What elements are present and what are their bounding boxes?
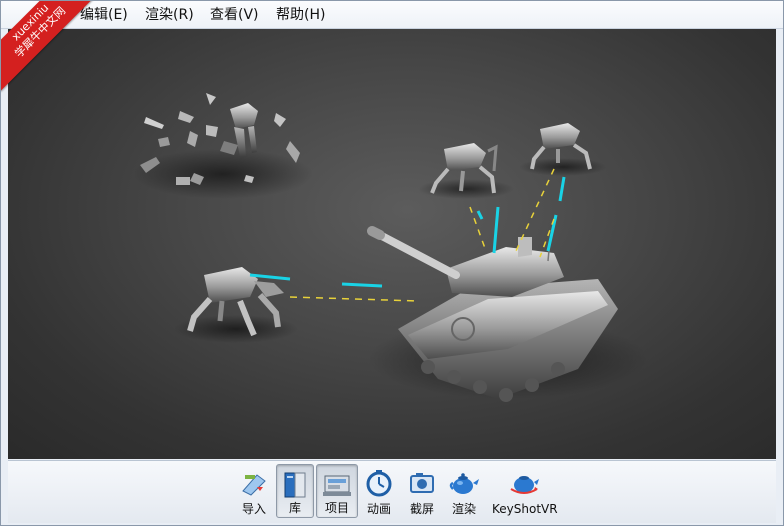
keyshotvr-button[interactable]: KeyShotVR <box>492 464 558 518</box>
project-button[interactable]: 项目 <box>316 464 358 518</box>
animation-icon <box>366 470 392 497</box>
menu-bar: ) 编辑(E) 渲染(R) 查看(V) 帮助(H) <box>1 1 783 29</box>
render-teapot-icon <box>449 473 479 494</box>
animation-button[interactable]: 动画 <box>362 464 396 518</box>
menu-render[interactable]: 渲染(R) <box>142 5 197 25</box>
screenshot-icon <box>410 473 434 493</box>
keyshotvr-label: KeyShotVR <box>492 502 558 516</box>
bottom-toolbar: 导入 库 项目 动画 截屏 渲染 KeyShotVR <box>8 460 776 523</box>
project-label: 项目 <box>324 501 349 515</box>
menu-view[interactable]: 查看(V) <box>207 5 262 25</box>
exploding-robot-debris <box>133 93 313 199</box>
project-icon <box>323 475 351 496</box>
import-label: 导入 <box>241 502 266 516</box>
library-icon <box>284 472 306 498</box>
import-icon <box>242 474 266 496</box>
library-button[interactable]: 库 <box>276 464 314 518</box>
keyshot-window: ) 编辑(E) 渲染(R) 查看(V) 帮助(H) xuexiniu 学犀牛中文… <box>0 0 784 526</box>
menu-help[interactable]: 帮助(H) <box>273 5 328 25</box>
scene-render <box>133 93 648 402</box>
screenshot-label: 截屏 <box>409 502 434 516</box>
render-viewport[interactable] <box>8 29 776 459</box>
keyshotvr-icon <box>510 476 539 494</box>
walker-robot-top-center <box>418 143 514 199</box>
render-button[interactable]: 渲染 <box>446 464 482 518</box>
render-label: 渲染 <box>451 502 476 516</box>
screenshot-button[interactable]: 截屏 <box>404 464 440 518</box>
menu-edit[interactable]: 编辑(E) <box>77 5 131 25</box>
walker-robot-top-right <box>519 123 607 176</box>
library-label: 库 <box>288 501 301 515</box>
tank-model <box>367 226 648 402</box>
animation-label: 动画 <box>366 502 391 516</box>
import-button[interactable]: 导入 <box>236 464 272 518</box>
